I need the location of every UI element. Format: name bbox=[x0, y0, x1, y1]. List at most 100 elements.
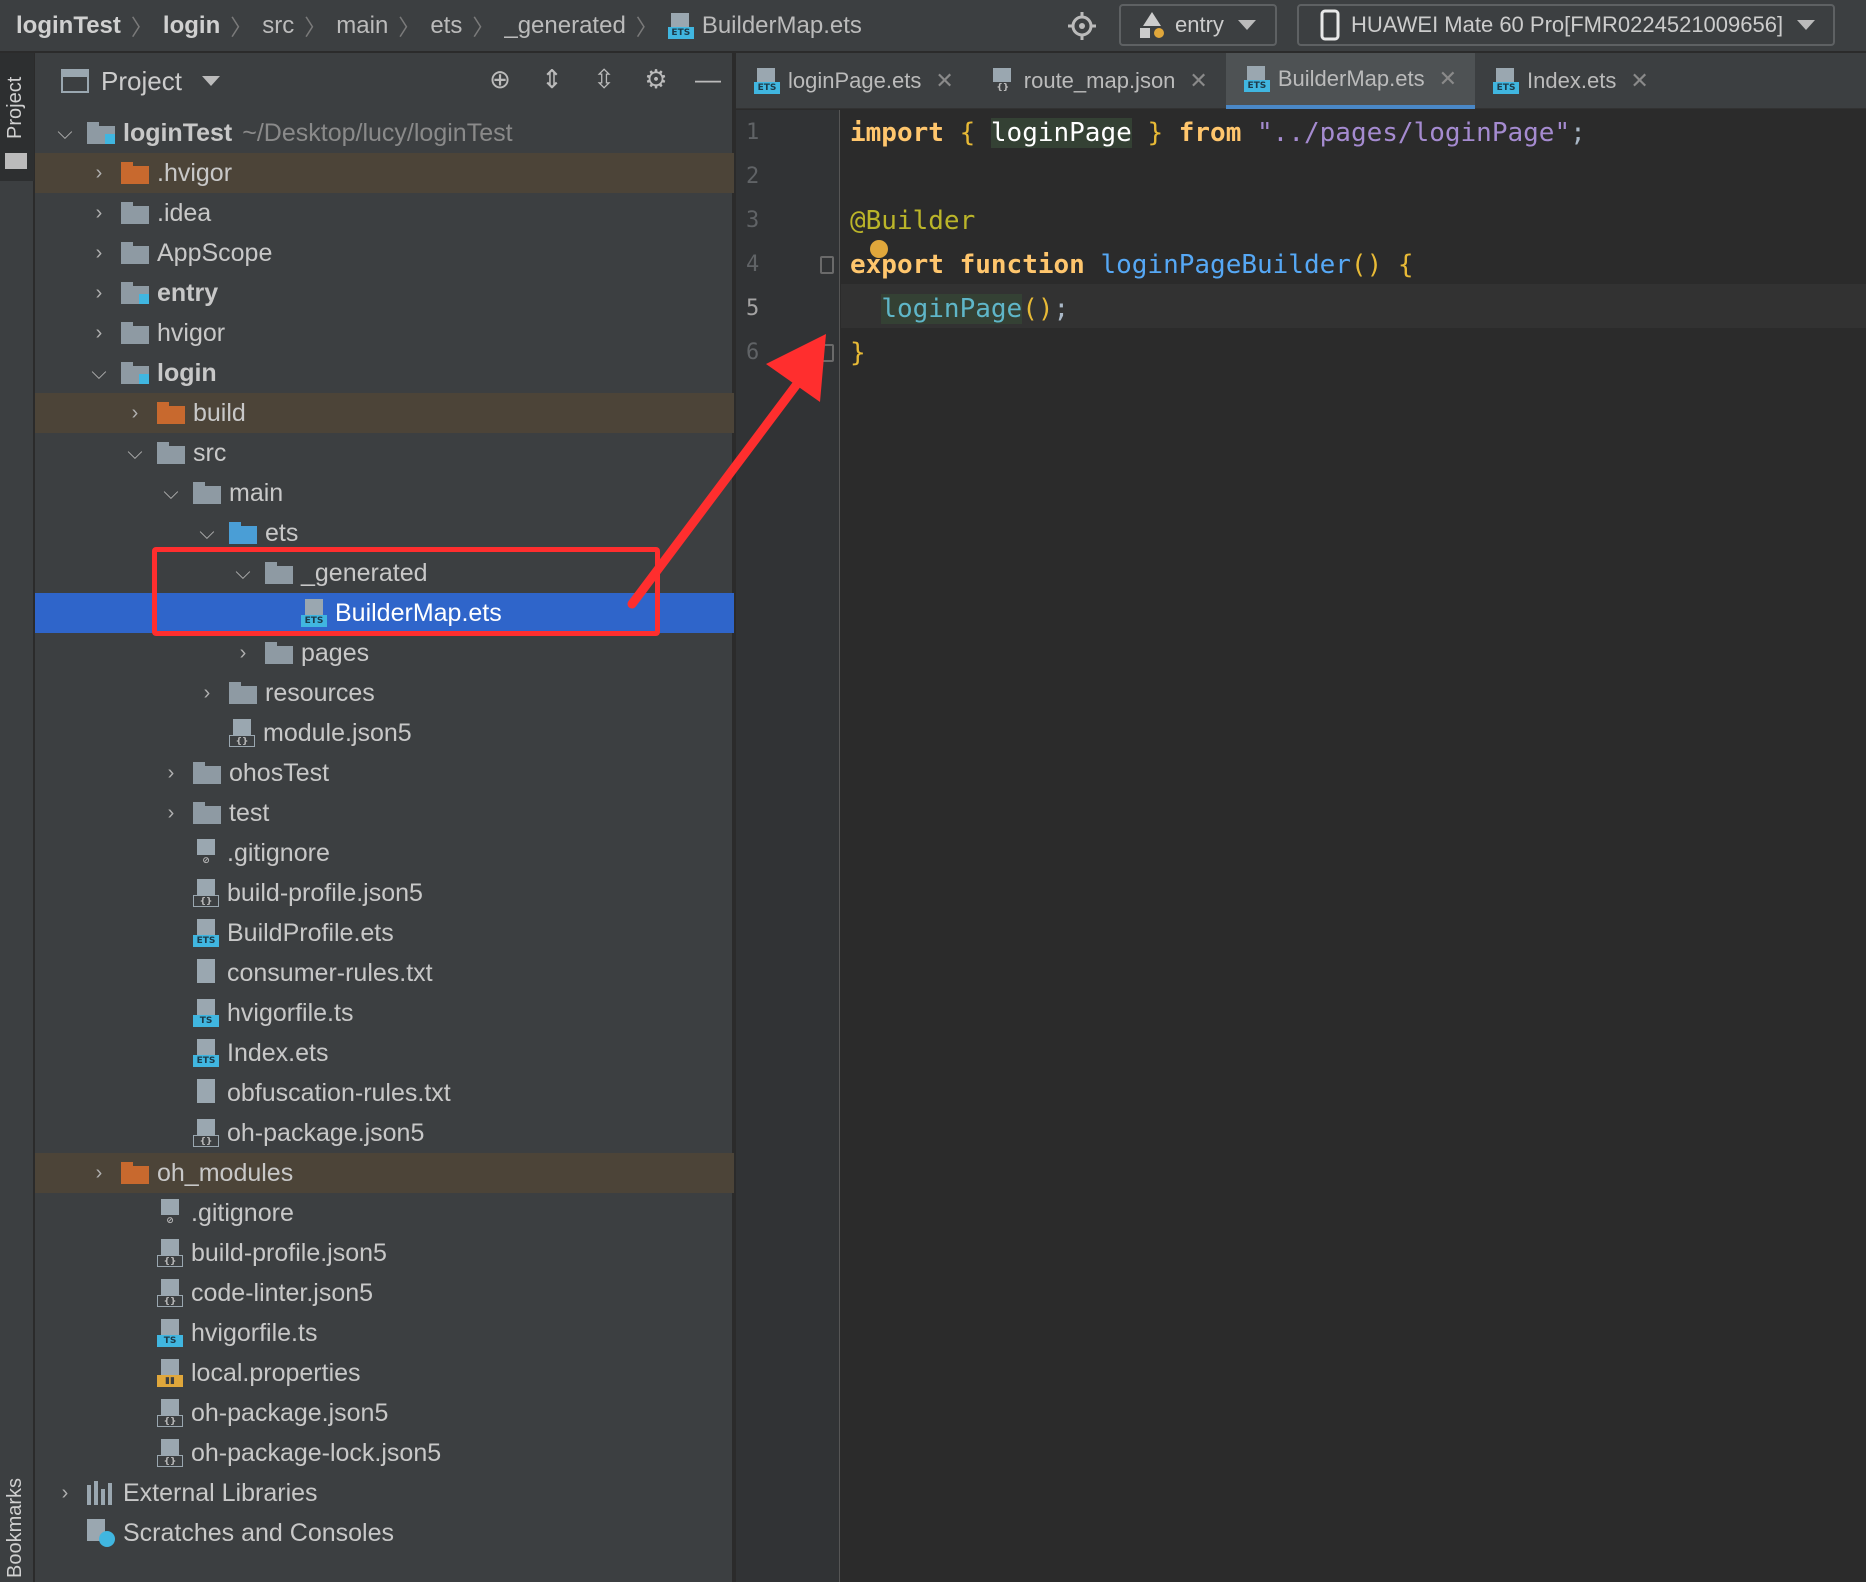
tree-row[interactable]: ⌵ src bbox=[35, 433, 734, 473]
close-icon[interactable]: ✕ bbox=[1439, 66, 1457, 92]
chevron-right-icon: 〉 bbox=[472, 14, 495, 40]
tree-row[interactable]: › build bbox=[35, 393, 734, 433]
run-configuration-label: entry bbox=[1175, 12, 1224, 37]
tree-row[interactable]: {} code-linter.json5 bbox=[35, 1273, 734, 1313]
ets-file-icon: ETS bbox=[667, 12, 694, 39]
tree-row[interactable]: {} oh-package-lock.json5 bbox=[35, 1433, 734, 1473]
tree-row[interactable]: TS hvigorfile.ts bbox=[35, 1313, 734, 1353]
tree-row[interactable]: ▮▮ local.properties bbox=[35, 1353, 734, 1393]
chevron-right-icon[interactable]: › bbox=[87, 242, 111, 265]
json-file-icon: {} bbox=[989, 68, 1016, 94]
fold-icon[interactable] bbox=[820, 256, 834, 274]
close-icon[interactable]: ✕ bbox=[935, 68, 953, 94]
ets-file-icon: ETS bbox=[1243, 66, 1270, 92]
tree-row[interactable]: › .hvigor bbox=[35, 153, 734, 193]
breadcrumb-item[interactable]: _generated bbox=[504, 12, 625, 40]
code-line: @Builder bbox=[850, 206, 976, 236]
chevron-right-icon[interactable]: › bbox=[53, 1482, 77, 1505]
tree-row[interactable]: ⊘ .gitignore bbox=[35, 1193, 734, 1233]
chevron-right-icon: 〉 bbox=[230, 14, 253, 40]
tree-row[interactable]: ETS BuildProfile.ets bbox=[35, 913, 734, 953]
tree-row[interactable]: › .idea bbox=[35, 193, 734, 233]
fold-icon[interactable] bbox=[820, 344, 834, 362]
tree-row[interactable]: consumer-rules.txt bbox=[35, 953, 734, 993]
chevron-right-icon[interactable]: › bbox=[195, 682, 219, 705]
chevron-right-icon: 〉 bbox=[398, 14, 421, 40]
tree-row[interactable]: ⌵ login bbox=[35, 353, 734, 393]
chevron-right-icon[interactable]: › bbox=[159, 802, 183, 825]
tree-row[interactable]: {} oh-package.json5 bbox=[35, 1113, 734, 1153]
chevron-right-icon[interactable]: › bbox=[87, 322, 111, 345]
highlight-box bbox=[152, 547, 660, 636]
tree-row[interactable]: › oh_modules bbox=[35, 1153, 734, 1193]
editor-tab[interactable]: ETS Index.ets ✕ bbox=[1475, 53, 1667, 109]
folder-icon bbox=[193, 482, 221, 504]
chevron-down-icon[interactable]: ⌵ bbox=[87, 362, 111, 385]
breadcrumb-item[interactable]: main bbox=[336, 12, 388, 40]
breadcrumb-item[interactable]: ets bbox=[430, 12, 462, 40]
code-editor[interactable]: 1 2 3 4 5 6 import { loginPage } from ".… bbox=[736, 110, 1866, 1582]
bookmarks-tool-tab[interactable]: Bookmarks bbox=[0, 1433, 34, 1582]
project-view-select[interactable]: Project bbox=[61, 66, 220, 97]
tree-row[interactable]: ⌵ loginTest ~/Desktop/lucy/loginTest bbox=[35, 113, 734, 153]
tree-row[interactable]: › entry bbox=[35, 273, 734, 313]
tree-row[interactable]: Scratches and Consoles bbox=[35, 1513, 734, 1553]
tree-row[interactable]: › test bbox=[35, 793, 734, 833]
breadcrumb: loginTest 〉 login 〉 src 〉 main 〉 ets 〉 _gener… bbox=[0, 0, 862, 52]
tree-row[interactable]: TS hvigorfile.ts bbox=[35, 993, 734, 1033]
collapse-all-icon[interactable]: ⇳ bbox=[586, 61, 622, 97]
editor-tab-active[interactable]: ETS BuilderMap.ets ✕ bbox=[1225, 53, 1476, 109]
tree-row[interactable]: › pages bbox=[35, 633, 734, 673]
tree-row[interactable]: › ohosTest bbox=[35, 753, 734, 793]
tree-row[interactable]: › resources bbox=[35, 673, 734, 713]
run-configuration-select[interactable]: entry bbox=[1119, 4, 1277, 46]
editor-tab[interactable]: {} route_map.json ✕ bbox=[972, 53, 1226, 109]
tree-row[interactable]: ⊘ .gitignore bbox=[35, 833, 734, 873]
tree-row[interactable]: {} build-profile.json5 bbox=[35, 1233, 734, 1273]
chevron-right-icon[interactable]: › bbox=[87, 162, 111, 185]
code-line: loginPage(); bbox=[881, 294, 1070, 324]
tree-row[interactable]: ETS Index.ets bbox=[35, 1033, 734, 1073]
lightbulb-icon[interactable] bbox=[870, 240, 888, 258]
breadcrumb-item[interactable]: BuilderMap.ets bbox=[702, 12, 862, 40]
chevron-right-icon[interactable]: › bbox=[159, 762, 183, 785]
tree-row[interactable]: {} oh-package.json5 bbox=[35, 1393, 734, 1433]
locate-icon[interactable]: ⊕ bbox=[482, 61, 518, 97]
close-icon[interactable]: ✕ bbox=[1189, 68, 1207, 94]
tree-row[interactable]: › External Libraries bbox=[35, 1473, 734, 1513]
tree-row[interactable]: obfuscation-rules.txt bbox=[35, 1073, 734, 1113]
chevron-right-icon[interactable]: › bbox=[87, 1162, 111, 1185]
device-select[interactable]: HUAWEI Mate 60 Pro[FMR0224521009656] bbox=[1297, 4, 1835, 46]
phone-icon bbox=[1320, 9, 1340, 41]
tree-row[interactable]: ⌵ main bbox=[35, 473, 734, 513]
json-file-icon: {} bbox=[193, 879, 219, 907]
library-icon bbox=[87, 1481, 115, 1505]
breadcrumb-item[interactable]: login bbox=[163, 12, 220, 40]
code-line: import { loginPage } from "../pages/logi… bbox=[850, 118, 1586, 148]
target-icon[interactable] bbox=[1064, 8, 1100, 44]
chevron-right-icon[interactable]: › bbox=[87, 202, 111, 225]
tree-row[interactable]: › hvigor bbox=[35, 313, 734, 353]
close-icon[interactable]: ✕ bbox=[1630, 68, 1648, 94]
chevron-down-icon[interactable]: ⌵ bbox=[195, 522, 219, 545]
gear-icon[interactable]: ⚙ bbox=[638, 61, 674, 97]
chevron-right-icon[interactable]: › bbox=[123, 402, 147, 425]
minimize-icon[interactable]: — bbox=[690, 61, 726, 97]
tree-row[interactable]: {} module.json5 bbox=[35, 713, 734, 753]
expand-all-icon[interactable]: ⇕ bbox=[534, 61, 570, 97]
chevron-down-icon[interactable]: ⌵ bbox=[53, 122, 77, 145]
navigation-bar: loginTest 〉 login 〉 src 〉 main 〉 ets 〉 _gener… bbox=[0, 0, 1866, 52]
tree-row[interactable]: {} build-profile.json5 bbox=[35, 873, 734, 913]
chevron-down-icon[interactable]: ⌵ bbox=[159, 482, 183, 505]
chevron-right-icon[interactable]: › bbox=[87, 282, 111, 305]
editor-tab[interactable]: ETS loginPage.ets ✕ bbox=[736, 53, 972, 109]
chevron-right-icon: 〉 bbox=[635, 14, 658, 40]
project-tool-tab[interactable]: Project bbox=[0, 53, 34, 181]
breadcrumb-item[interactable]: src bbox=[262, 12, 294, 40]
tree-row[interactable]: › AppScope bbox=[35, 233, 734, 273]
breadcrumb-item[interactable]: loginTest bbox=[16, 12, 121, 40]
window-icon bbox=[61, 69, 89, 93]
chevron-right-icon[interactable]: › bbox=[231, 642, 255, 665]
line-gutter: 1 2 3 4 5 6 bbox=[736, 110, 840, 1582]
chevron-down-icon[interactable]: ⌵ bbox=[123, 442, 147, 465]
